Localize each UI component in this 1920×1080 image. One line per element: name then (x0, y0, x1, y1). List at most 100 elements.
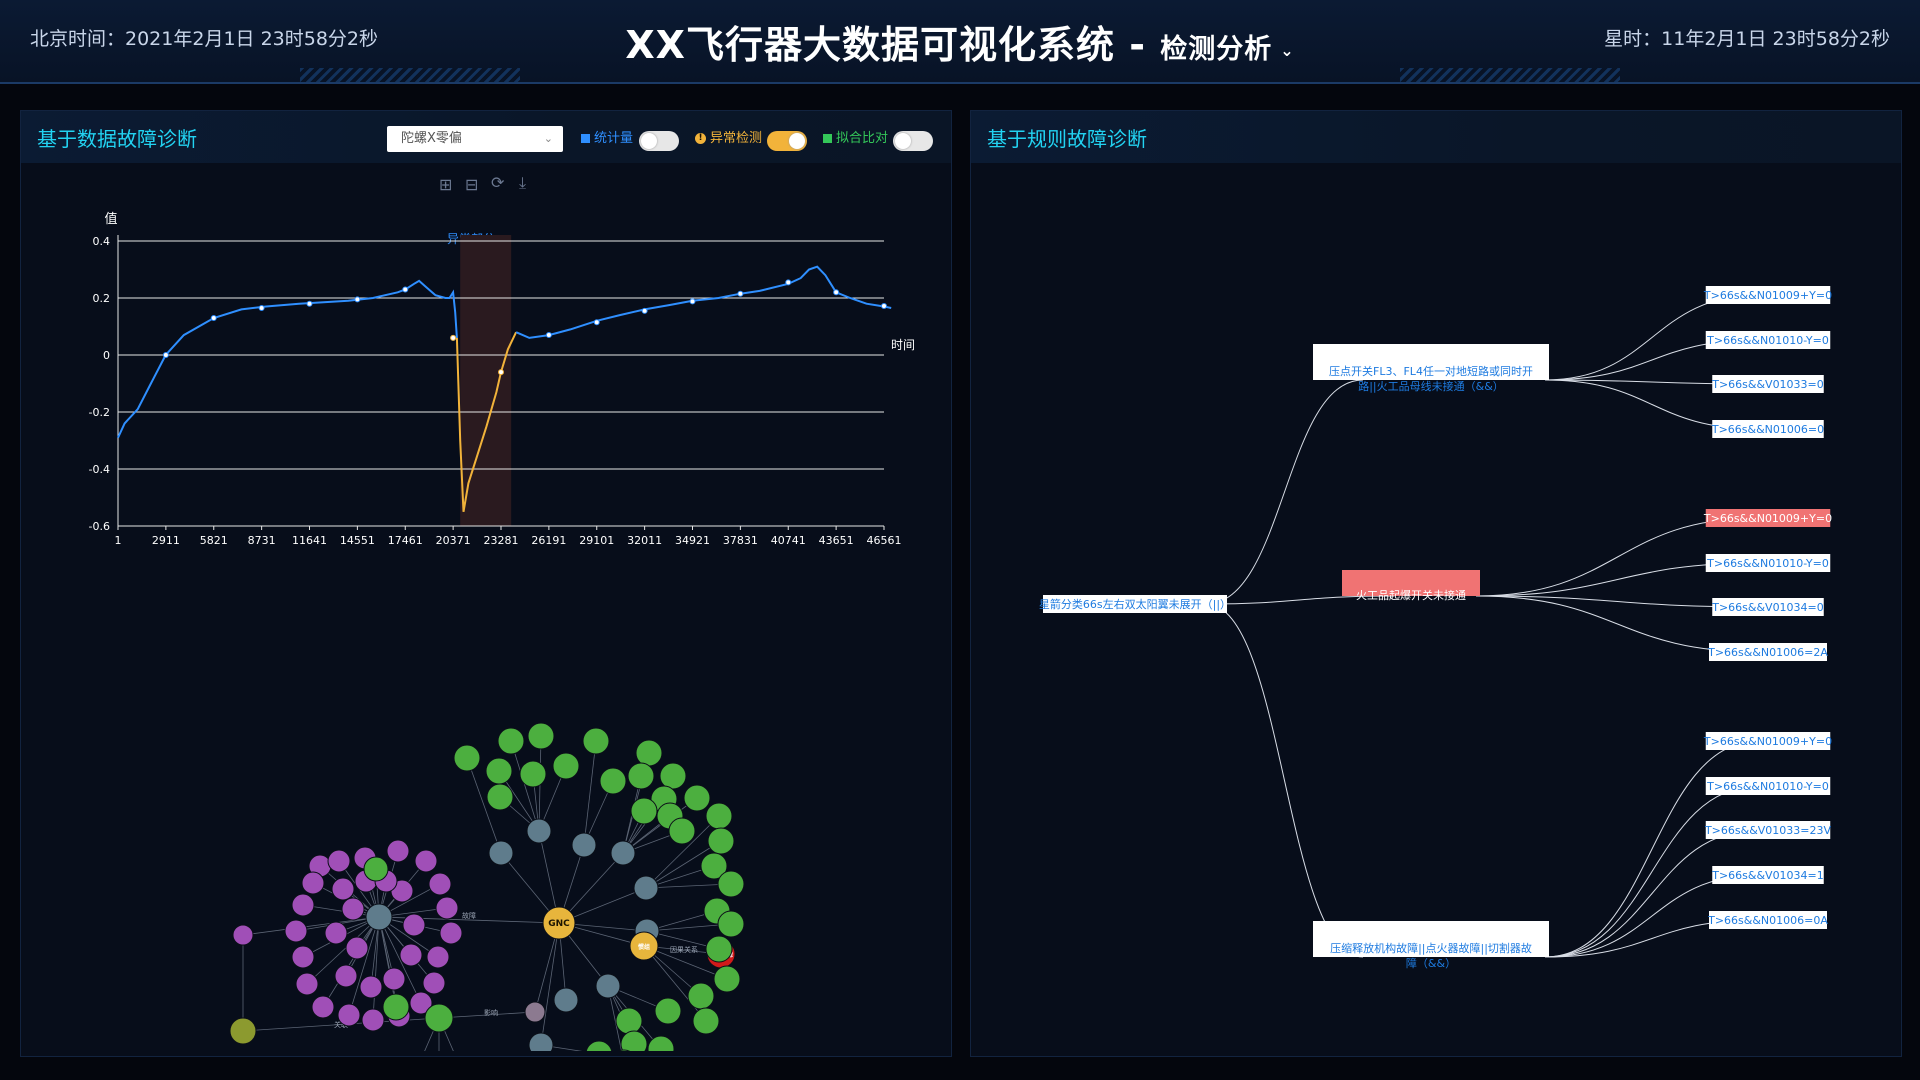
graph-purple-node[interactable] (422, 971, 446, 995)
graph-subnode[interactable] (524, 1001, 546, 1023)
graph-purple-node[interactable] (439, 921, 463, 945)
data-point[interactable] (306, 300, 313, 307)
graph-leaf-node[interactable] (585, 1040, 613, 1051)
graph-subnode[interactable] (526, 818, 552, 844)
fault-tree[interactable]: 星箭分类66s左右双太阳翼未展开（||） 压点开关FL3、FL4任一对地短路或同时… (971, 165, 1901, 1055)
data-point[interactable] (689, 298, 696, 305)
data-point[interactable] (258, 304, 265, 311)
graph-leaf-node[interactable] (707, 827, 735, 855)
tree-group-node[interactable]: 压点开关FL3、FL4任一对地短路或同时开路||火工品母线未接通（&&） (1313, 344, 1549, 393)
data-point[interactable] (402, 286, 409, 293)
tree-leaf-node-highlighted[interactable]: T>66s&&N01009+Y=0 (1703, 509, 1832, 527)
data-point[interactable] (498, 369, 504, 376)
graph-purple-node[interactable] (324, 921, 348, 945)
data-point[interactable] (641, 307, 648, 314)
graph-leaf-node[interactable] (683, 784, 711, 812)
graph-purple-node[interactable] (414, 849, 438, 873)
toggle-fit-compare[interactable] (893, 131, 933, 151)
data-point[interactable] (593, 319, 600, 326)
graph-leaf-node[interactable] (519, 760, 547, 788)
graph-leaf-node[interactable] (659, 762, 687, 790)
graph-leaf-node[interactable] (424, 1003, 454, 1033)
graph-leaf-node[interactable] (527, 722, 555, 750)
legend-fit-compare[interactable]: 拟合比对 (823, 128, 888, 150)
tree-leaf-node[interactable]: T>66s&&V01033=0 (1711, 375, 1824, 393)
graph-purple-node[interactable] (311, 995, 335, 1019)
graph-leaf-node[interactable] (713, 965, 741, 993)
graph-leaf-node[interactable] (486, 783, 514, 811)
tree-root-node[interactable]: 星箭分类66s左右双太阳翼未展开（||） (1039, 595, 1231, 613)
graph-purple-node[interactable] (301, 871, 325, 895)
graph-subnode[interactable] (528, 1032, 554, 1051)
tree-leaf-node[interactable]: T>66s&&N01010-Y=0 (1705, 777, 1831, 795)
tree-leaf-node[interactable]: T>66s&&V01034=1 (1711, 866, 1824, 884)
tree-leaf-node[interactable]: T>66s&&N01006=2A (1707, 643, 1828, 661)
graph-purple-node[interactable] (382, 967, 406, 991)
tree-leaf-node[interactable]: T>66s&&N01006=0A (1707, 911, 1828, 929)
tree-group-node[interactable]: 压缩释放机构故障||点火器故障||切割器故障（&&） (1313, 921, 1549, 970)
graph-purple-node[interactable] (402, 913, 426, 937)
graph-leaf-node[interactable] (717, 910, 745, 938)
graph-purple-node[interactable] (386, 839, 410, 863)
legend-statistics[interactable]: 统计量 (581, 128, 633, 150)
download-icon[interactable]: ⤓ (519, 173, 526, 193)
graph-purple-node[interactable] (327, 849, 351, 873)
graph-leaf-node[interactable] (687, 982, 715, 1010)
graph-purple-node[interactable] (435, 896, 459, 920)
graph-purple-node[interactable] (331, 877, 355, 901)
parameter-select[interactable]: 陀螺X零偏 ⌄ (387, 126, 563, 152)
graph-leaf-node[interactable] (599, 767, 627, 795)
data-point[interactable] (210, 314, 217, 321)
tree-group-node-highlighted[interactable]: 火工品起爆开关未接通 (1342, 570, 1480, 602)
graph-subnode[interactable] (365, 903, 393, 931)
graph-purple-node[interactable] (426, 945, 450, 969)
graph-leaf-node[interactable] (497, 727, 525, 755)
graph-leaf-node[interactable] (552, 752, 580, 780)
zoom-reset-icon[interactable]: ⊟ (465, 175, 478, 194)
data-point[interactable] (785, 279, 792, 286)
graph-leaf-node[interactable] (582, 727, 610, 755)
knowledge-graph[interactable]: 故障关联影响因果关系GNC惯组姿态故障 (21, 591, 951, 1051)
tree-leaf-node[interactable]: T>66s&&N01009+Y=0 (1703, 286, 1832, 304)
graph-leaf-node[interactable] (705, 935, 733, 963)
graph-purple-node[interactable] (291, 893, 315, 917)
graph-leaf-node[interactable] (635, 739, 663, 767)
graph-leaf-node[interactable] (453, 744, 481, 772)
graph-subnode[interactable] (633, 875, 659, 901)
data-point[interactable] (354, 296, 361, 303)
data-point[interactable] (833, 289, 840, 296)
legend-anomaly-detection[interactable]: ! 异常检测 (695, 128, 762, 150)
graph-leaf-node[interactable] (654, 997, 682, 1025)
tree-leaf-node[interactable]: T>66s&&N01010-Y=0 (1705, 331, 1831, 349)
restore-icon[interactable]: ⟳ (491, 173, 504, 192)
graph-purple-node[interactable] (428, 872, 452, 896)
graph-leaf-node[interactable] (615, 1007, 643, 1035)
graph-leaf-node[interactable] (668, 817, 696, 845)
data-point[interactable] (737, 290, 744, 297)
graph-olive-node[interactable] (229, 1017, 257, 1045)
graph-purple-node[interactable] (345, 936, 369, 960)
graph-purple-node[interactable] (359, 975, 383, 999)
graph-subnode[interactable] (553, 987, 579, 1013)
graph-purple-node[interactable] (291, 945, 315, 969)
graph-purple-node[interactable] (337, 1003, 361, 1027)
graph-leaf-node[interactable] (382, 993, 410, 1021)
graph-purple-node[interactable] (232, 924, 254, 946)
graph-purple-node[interactable] (399, 943, 423, 967)
graph-leaf-node[interactable] (692, 1007, 720, 1035)
tree-leaf-node[interactable]: T>66s&&N01009+Y=0 (1703, 732, 1832, 750)
tree-leaf-node[interactable]: T>66s&&V01034=0 (1711, 598, 1824, 616)
graph-subnode[interactable] (571, 832, 597, 858)
graph-leaf-node[interactable] (717, 870, 745, 898)
graph-leaf-node[interactable] (705, 802, 733, 830)
zoom-select-icon[interactable]: ⊞ (439, 175, 452, 194)
tree-leaf-node[interactable]: T>66s&&N01010-Y=0 (1705, 554, 1831, 572)
graph-leaf-node[interactable] (627, 762, 655, 790)
module-selector[interactable]: 检测分析 ⌄ (1160, 34, 1294, 65)
toggle-statistics[interactable] (639, 131, 679, 151)
graph-leaf-node[interactable] (620, 1030, 648, 1051)
graph-leaf-node[interactable] (363, 856, 389, 882)
graph-purple-node[interactable] (295, 972, 319, 996)
data-point[interactable] (450, 334, 457, 341)
data-point[interactable] (545, 332, 552, 339)
